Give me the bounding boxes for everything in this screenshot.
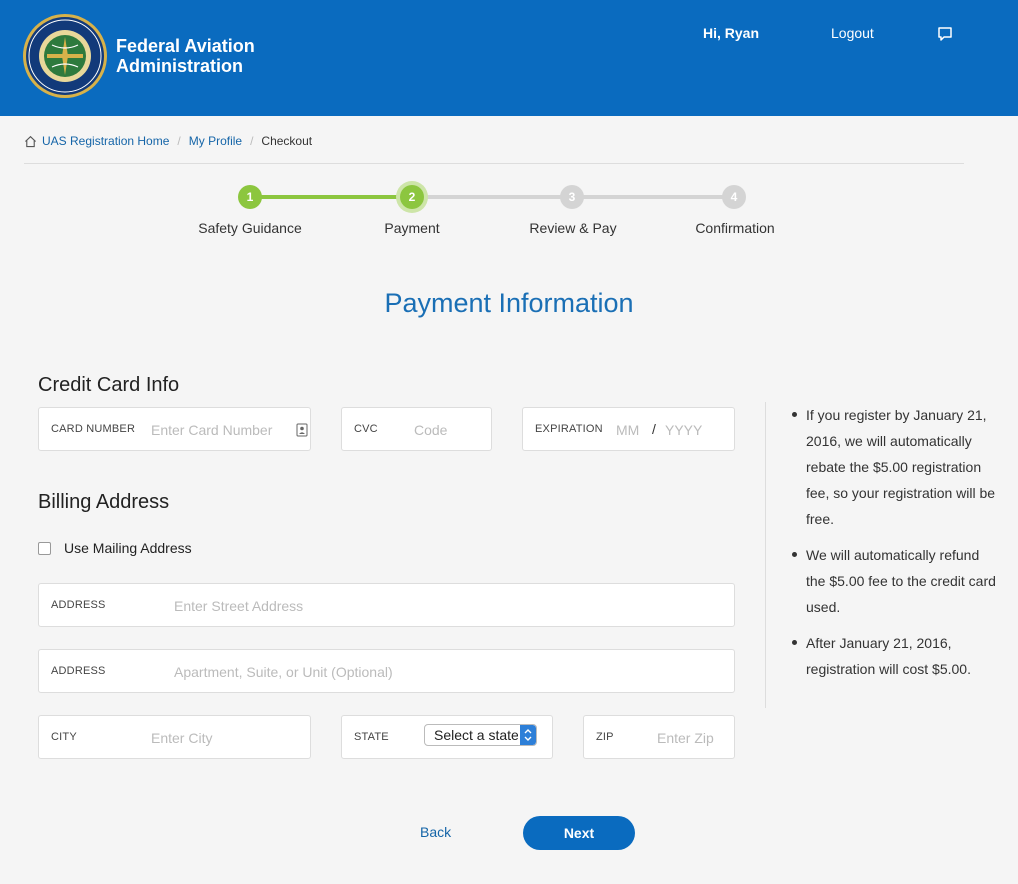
brand-line-2: Administration	[116, 56, 244, 76]
logout-link[interactable]: Logout	[831, 25, 874, 41]
brand-line-1: Federal Aviation	[116, 36, 255, 56]
step-2-indicator: 2	[400, 185, 424, 209]
city-field[interactable]: CITY	[38, 715, 311, 759]
chat-icon[interactable]	[937, 26, 953, 42]
breadcrumb-profile-link[interactable]: My Profile	[189, 134, 242, 148]
state-select-value: Select a state	[434, 727, 518, 743]
home-icon[interactable]	[24, 135, 37, 148]
back-link[interactable]: Back	[420, 824, 451, 840]
step-3-indicator: 3	[560, 185, 584, 209]
faa-seal-logo[interactable]	[22, 13, 108, 99]
step-1-label: Safety Guidance	[198, 220, 302, 236]
step-3-label: Review & Pay	[529, 220, 617, 236]
city-input[interactable]	[149, 726, 303, 750]
breadcrumb: UAS Registration Home / My Profile / Che…	[24, 134, 312, 148]
step-1-indicator: 1	[238, 185, 262, 209]
select-arrows-icon	[520, 725, 536, 745]
card-number-field[interactable]: CARD NUMBER	[38, 407, 311, 451]
zip-label: ZIP	[596, 731, 614, 743]
address-line1-input[interactable]	[172, 594, 716, 618]
fee-note-item: If you register by January 21, 2016, we …	[792, 402, 996, 532]
step-4-indicator: 4	[722, 185, 746, 209]
address-line2-input[interactable]	[172, 660, 716, 684]
site-header: Federal Aviation Administration Hi, Ryan…	[0, 0, 1018, 116]
divider	[24, 163, 964, 164]
contact-card-icon	[296, 423, 308, 437]
address-line1-field[interactable]: ADDRESS	[38, 583, 735, 627]
billing-section-title: Billing Address	[38, 491, 170, 513]
address-line1-label: ADDRESS	[51, 599, 106, 611]
city-label: CITY	[51, 731, 77, 743]
step-2-label: Payment	[384, 220, 440, 236]
fee-note-item: We will automatically refund the $5.00 f…	[792, 542, 996, 620]
expiration-field[interactable]: EXPIRATION /	[522, 407, 735, 451]
cvc-field[interactable]: CVC	[341, 407, 492, 451]
card-number-input[interactable]	[149, 418, 293, 442]
use-mailing-address-checkbox[interactable]	[38, 541, 51, 555]
address-line2-label: ADDRESS	[51, 665, 106, 677]
cvc-label: CVC	[354, 423, 378, 435]
breadcrumb-home-link[interactable]: UAS Registration Home	[42, 134, 169, 148]
zip-field[interactable]: ZIP	[583, 715, 735, 759]
expiration-label: EXPIRATION	[535, 423, 603, 435]
brand-name[interactable]: Federal Aviation Administration	[116, 36, 255, 76]
breadcrumb-separator: /	[177, 134, 181, 148]
breadcrumb-current: Checkout	[261, 134, 313, 148]
progress-steps: 1 2 3 4 Safety Guidance Payment Review &…	[0, 180, 1018, 240]
use-mailing-address-label[interactable]: Use Mailing Address	[64, 540, 192, 556]
progress-track-complete	[250, 195, 412, 199]
cvc-input[interactable]	[412, 418, 486, 442]
expiration-separator: /	[652, 421, 656, 437]
step-4-label: Confirmation	[695, 220, 775, 236]
expiration-month-input[interactable]	[614, 418, 648, 442]
card-number-label: CARD NUMBER	[51, 423, 136, 435]
use-mailing-address-row[interactable]: Use Mailing Address	[38, 540, 192, 556]
page-title: Payment Information	[384, 288, 634, 318]
credit-card-section-title: Credit Card Info	[38, 374, 180, 396]
breadcrumb-separator: /	[250, 134, 254, 148]
fee-info-sidebar: If you register by January 21, 2016, we …	[765, 402, 996, 708]
zip-input[interactable]	[655, 726, 729, 750]
user-greeting[interactable]: Hi, Ryan	[703, 25, 759, 41]
state-label: STATE	[354, 731, 389, 743]
fee-note-item: After January 21, 2016, registration wil…	[792, 630, 996, 682]
state-select[interactable]: Select a state	[424, 724, 537, 746]
expiration-year-input[interactable]	[663, 418, 727, 442]
address-line2-field[interactable]: ADDRESS	[38, 649, 735, 693]
next-button[interactable]: Next	[523, 816, 635, 850]
